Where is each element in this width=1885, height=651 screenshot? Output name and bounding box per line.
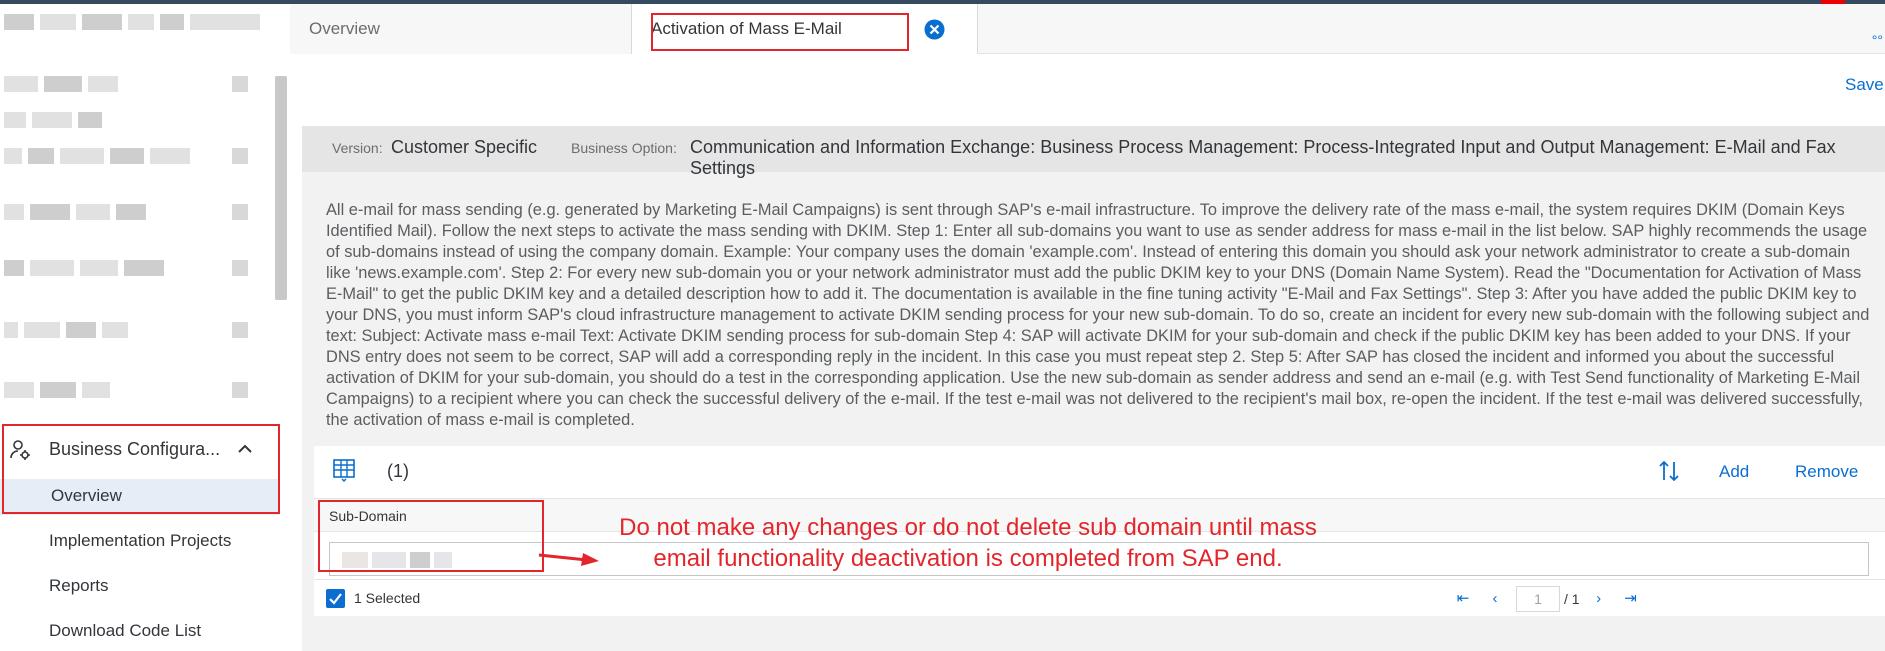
- annotation-arrow-icon: [538, 553, 599, 566]
- overflow-icon[interactable]: °°: [1872, 32, 1883, 48]
- sidebar-scrollbar[interactable]: [275, 76, 287, 300]
- annotation-note: Do not make any changes or do not delete…: [619, 514, 1317, 572]
- redacted-item[interactable]: [4, 14, 260, 30]
- business-option-label: Business Option:: [571, 140, 677, 156]
- redacted-item[interactable]: [4, 260, 164, 276]
- redacted-item[interactable]: [4, 112, 102, 128]
- sidebar-item-implementation-projects[interactable]: Implementation Projects: [49, 531, 231, 551]
- selected-count: 1 Selected: [354, 590, 421, 606]
- page-input[interactable]: 1: [1516, 586, 1560, 612]
- redacted-item[interactable]: [4, 204, 146, 220]
- sidebar-item-download-code-list[interactable]: Download Code List: [49, 621, 201, 641]
- table-settings-icon[interactable]: [332, 458, 356, 482]
- object-header: Version: Customer Specific Business Opti…: [302, 126, 1885, 178]
- redacted-item[interactable]: [4, 148, 190, 164]
- pagination: ⇤ ‹ 1 / 1 › ⇥: [1454, 586, 1640, 612]
- highlight-box: [2, 424, 280, 514]
- version-value: Customer Specific: [391, 137, 538, 157]
- remove-button[interactable]: Remove: [1795, 462, 1858, 482]
- close-icon[interactable]: [924, 19, 945, 40]
- next-page-icon[interactable]: ›: [1590, 590, 1608, 608]
- add-button[interactable]: Add: [1719, 462, 1749, 482]
- save-button[interactable]: Save: [1845, 75, 1884, 95]
- row-count: (1): [387, 461, 409, 481]
- version-label: Version:: [332, 140, 383, 156]
- tab-overview-label: Overview: [309, 19, 380, 38]
- sidebar-item-reports[interactable]: Reports: [49, 576, 109, 596]
- redacted-item[interactable]: [4, 382, 110, 398]
- tab-overview[interactable]: Overview: [290, 4, 632, 54]
- business-option-value: Communication and Information Exchange: …: [690, 137, 1836, 178]
- tab-strip: Overview Activation of Mass E-Mail °°: [290, 4, 1885, 54]
- redacted-item[interactable]: [4, 322, 128, 338]
- highlight-box: [318, 500, 544, 572]
- first-page-icon[interactable]: ⇤: [1454, 590, 1472, 608]
- sidebar: Business Configura... Overview Implement…: [0, 4, 290, 651]
- last-page-icon[interactable]: ⇥: [1622, 590, 1640, 608]
- description-text: All e-mail for mass sending (e.g. genera…: [326, 201, 1870, 429]
- redacted-item[interactable]: [4, 76, 118, 92]
- table-toolbar: (1) Add Remove: [314, 446, 1885, 496]
- highlight-box: [651, 13, 909, 51]
- table-footer: 1 Selected ⇤ ‹ 1 / 1 › ⇥: [314, 580, 1885, 616]
- select-all-checkbox[interactable]: [326, 589, 345, 608]
- sort-icon[interactable]: [1656, 458, 1682, 484]
- prev-page-icon[interactable]: ‹: [1486, 590, 1504, 608]
- page-total: / 1: [1564, 591, 1580, 607]
